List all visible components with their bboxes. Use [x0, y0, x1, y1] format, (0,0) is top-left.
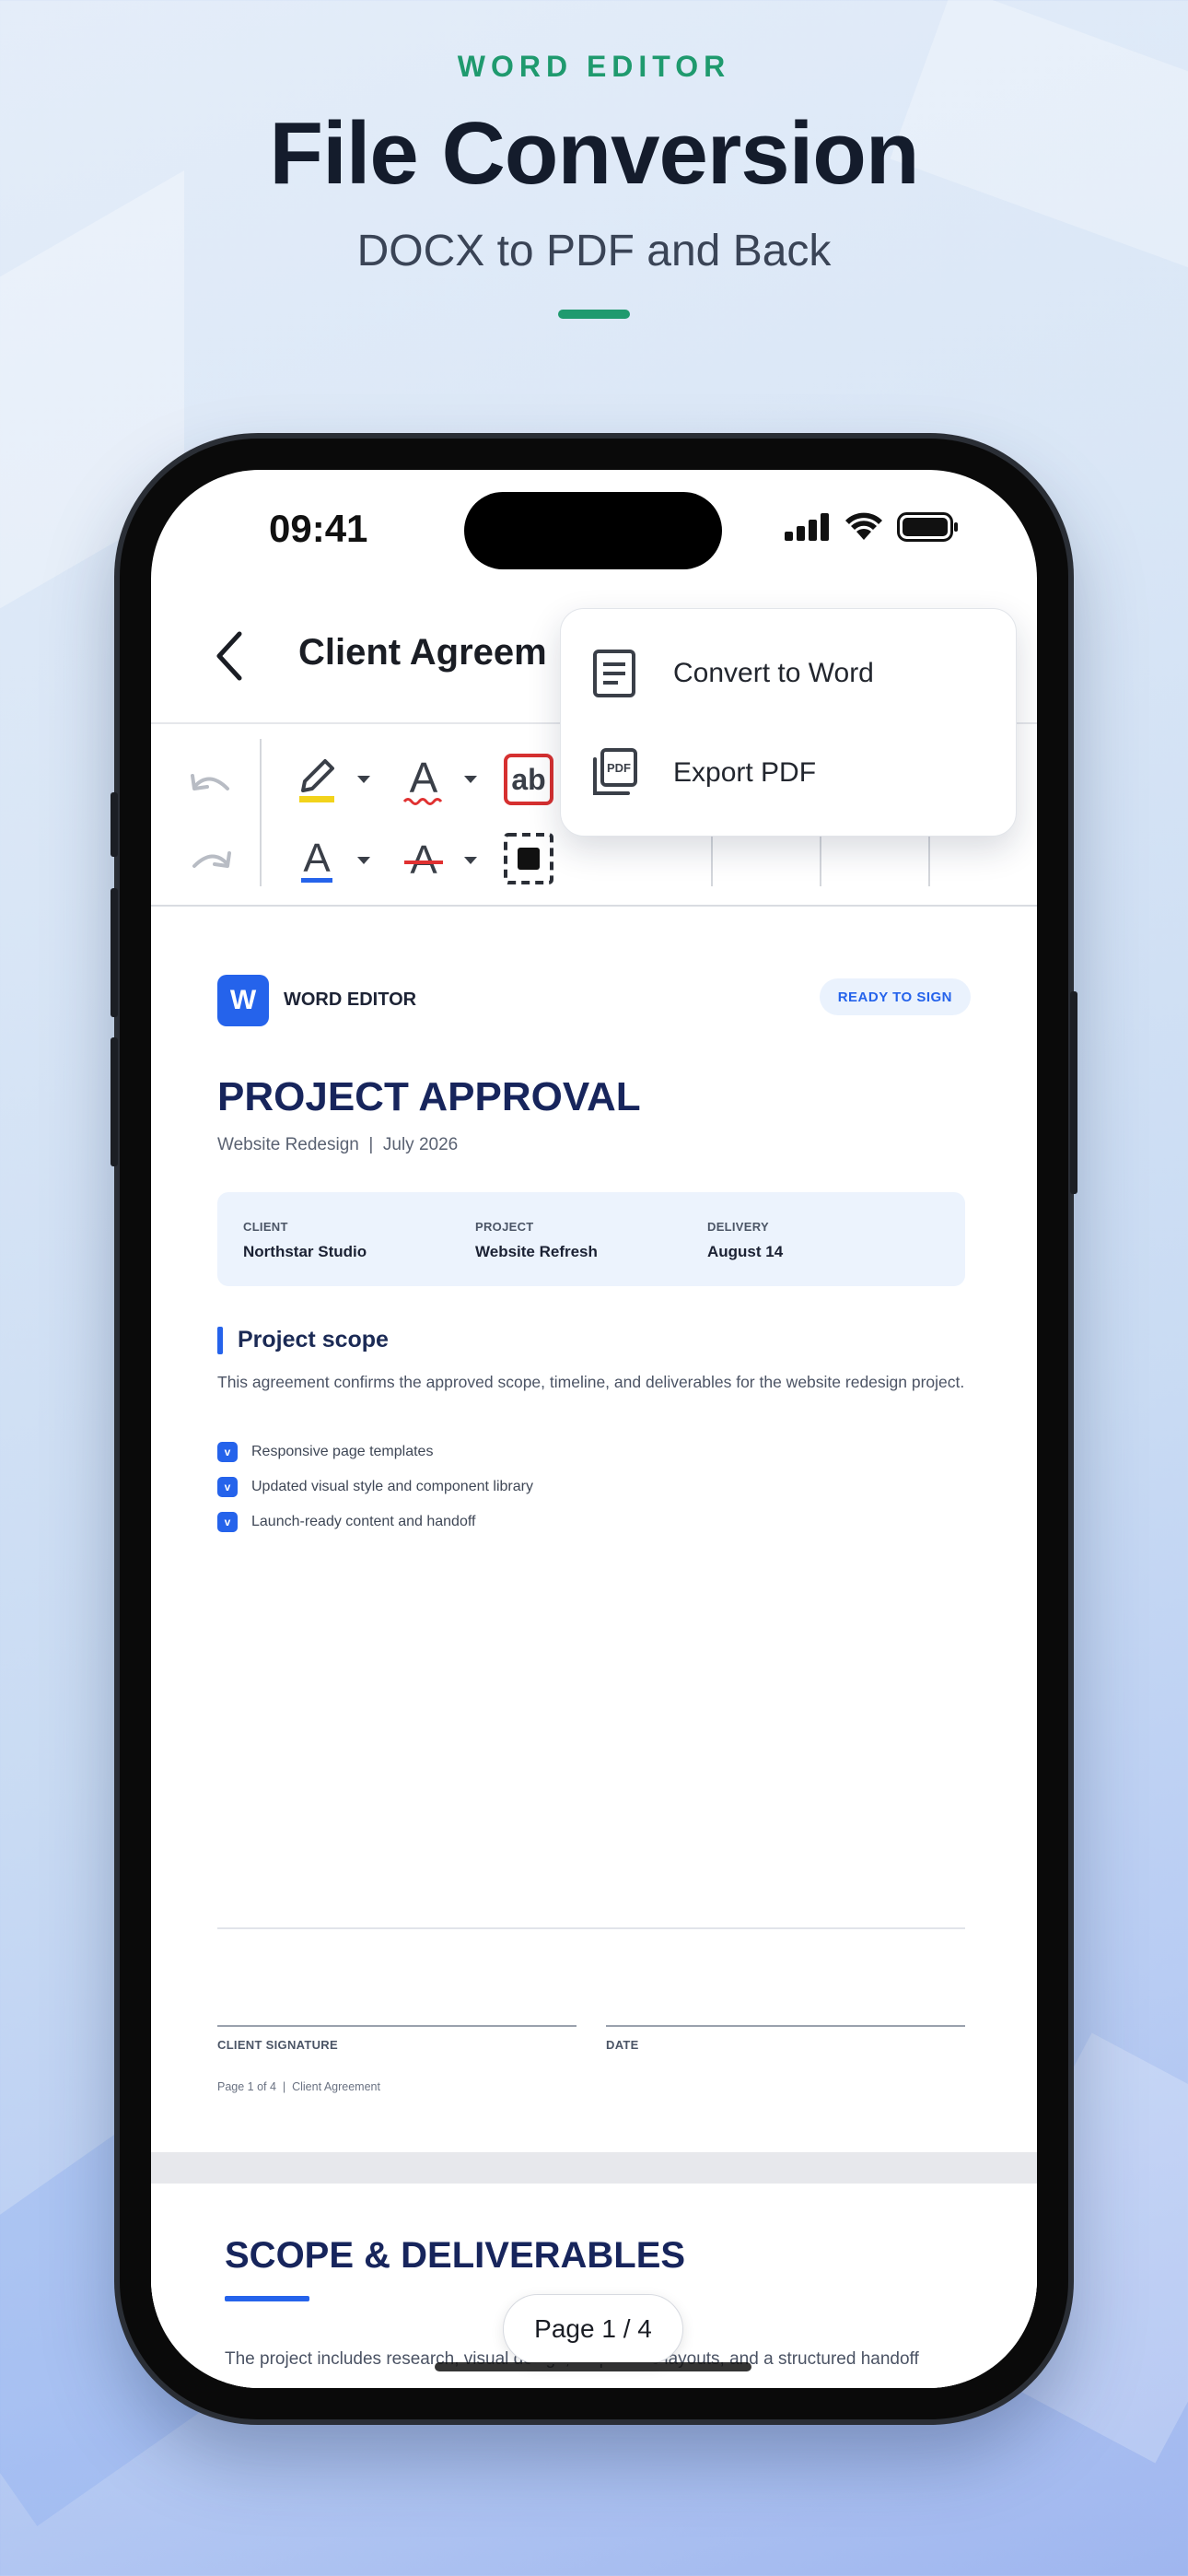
list-item-text: Updated visual style and component libra… [251, 1479, 533, 1494]
brand-logo: W [217, 975, 269, 1026]
status-bar: 09:41 [151, 470, 1037, 590]
select-frame-icon [504, 833, 553, 884]
redo-icon [192, 851, 231, 868]
strikethrough-icon: A [404, 837, 443, 883]
side-button-silent [111, 792, 118, 857]
side-button-volume-up [111, 888, 118, 1017]
wifi-icon [845, 512, 882, 540]
highlighter-button[interactable] [289, 750, 344, 813]
phone-screen: 09:41 Client Agreem A ab A A Convert to … [151, 470, 1037, 2388]
info-value: Northstar Studio [243, 1243, 367, 1260]
divider [217, 1927, 965, 1929]
hero-subline: DOCX to PDF and Back [356, 227, 832, 275]
document-page-1: W WORD EDITOR READY TO SIGN PROJECT APPR… [151, 908, 1037, 2152]
page-subtitle: Website Redesign | July 2026 [217, 1135, 459, 1154]
undo-icon [191, 774, 229, 790]
menu-item-label: Convert to Word [673, 658, 874, 688]
strikethrough-button[interactable]: A [396, 829, 451, 892]
spellcheck-button[interactable]: ab [501, 750, 556, 809]
info-key: DELIVERY [707, 1220, 769, 1234]
menu-item-export-pdf[interactable]: PDF Export PDF [561, 723, 1016, 823]
svg-text:A: A [410, 837, 437, 883]
list-item: v Updated visual style and component lib… [217, 1476, 533, 1498]
text-color-button[interactable]: A [289, 829, 344, 892]
toolbar-divider [711, 835, 713, 886]
side-button-volume-down [111, 1037, 118, 1166]
info-key: PROJECT [475, 1220, 534, 1234]
undo-button[interactable] [179, 755, 243, 811]
page-separator [151, 2152, 1037, 2184]
battery-icon [897, 512, 958, 542]
dynamic-island [464, 492, 722, 569]
section-paragraph: This agreement confirms the approved sco… [217, 1373, 965, 1391]
svg-text:PDF: PDF [607, 761, 631, 775]
date-line [606, 2025, 965, 2027]
list-item: v Launch-ready content and handoff [217, 1511, 475, 1533]
select-frame-button[interactable] [501, 829, 556, 888]
text-color-dropdown-icon[interactable] [357, 857, 370, 864]
menu-item-label: Export PDF [673, 757, 817, 788]
font-color-button[interactable]: A [396, 750, 451, 813]
toolbar-divider [820, 835, 821, 886]
page-footer: Page 1 of 4 | Client Agreement [217, 2080, 380, 2093]
page-2-accent-bar [225, 2296, 309, 2301]
info-client: CLIENT Northstar Studio [243, 1220, 367, 1261]
section-heading: Project scope [238, 1327, 389, 1352]
strikethrough-dropdown-icon[interactable] [464, 857, 477, 864]
status-time: 09:41 [269, 507, 368, 550]
status-icons [785, 512, 960, 542]
toolbar-divider [928, 835, 930, 886]
hero-eyebrow: WORD EDITOR [457, 50, 731, 83]
info-delivery: DELIVERY August 14 [707, 1220, 783, 1261]
text-color-icon: A [301, 836, 332, 883]
info-key: CLIENT [243, 1220, 288, 1234]
font-color-dropdown-icon[interactable] [464, 776, 477, 783]
info-box: CLIENT Northstar Studio PROJECT Website … [217, 1192, 965, 1286]
svg-text:ab: ab [511, 763, 545, 796]
list-item-text: Responsive page templates [251, 1444, 434, 1459]
chevron-left-icon [216, 631, 242, 681]
document-icon [588, 648, 640, 699]
font-color-icon: A [402, 754, 443, 805]
checkbox-icon: v [217, 1477, 238, 1497]
date-label: DATE [606, 2038, 639, 2052]
info-project: PROJECT Website Refresh [475, 1220, 598, 1261]
highlighter-icon [299, 759, 334, 802]
phone-frame: 09:41 Client Agreem A ab A A Convert to … [111, 439, 1077, 2419]
convert-menu: Convert to Word PDF Export PDF [560, 608, 1017, 837]
svg-text:A: A [410, 754, 438, 802]
signature-line [217, 2025, 577, 2027]
section-accent-bar [217, 1327, 223, 1354]
spellcheck-icon: ab [504, 754, 553, 805]
side-button-power [1070, 991, 1077, 1194]
hero-accent-bar [558, 310, 630, 319]
list-item: v Responsive page templates [217, 1441, 433, 1463]
menu-item-convert-to-word[interactable]: Convert to Word [561, 624, 1016, 723]
svg-text:A: A [303, 836, 331, 881]
highlighter-dropdown-icon[interactable] [357, 776, 370, 783]
list-item-text: Launch-ready content and handoff [251, 1514, 476, 1529]
pdf-icon: PDF [588, 747, 640, 799]
document-canvas[interactable]: W WORD EDITOR READY TO SIGN PROJECT APPR… [151, 908, 1037, 2388]
checkbox-icon: v [217, 1442, 238, 1462]
info-value: Website Refresh [475, 1243, 598, 1260]
page-indicator[interactable]: Page 1 / 4 [503, 2294, 683, 2364]
status-badge: READY TO SIGN [819, 978, 971, 1015]
toolbar-divider [260, 739, 262, 886]
back-button[interactable] [203, 628, 258, 684]
brand-name: WORD EDITOR [284, 989, 417, 1010]
info-value: August 14 [707, 1243, 784, 1260]
signal-icon [785, 513, 829, 541]
document-title: Client Agreem [298, 632, 547, 673]
redo-button[interactable] [179, 833, 243, 888]
page-2-title: SCOPE & DELIVERABLES [225, 2235, 686, 2276]
signature-label: CLIENT SIGNATURE [217, 2038, 338, 2052]
home-indicator[interactable] [435, 2362, 751, 2371]
hero-headline: File Conversion [269, 104, 919, 203]
page-title: PROJECT APPROVAL [217, 1074, 641, 1119]
checkbox-icon: v [217, 1512, 238, 1532]
